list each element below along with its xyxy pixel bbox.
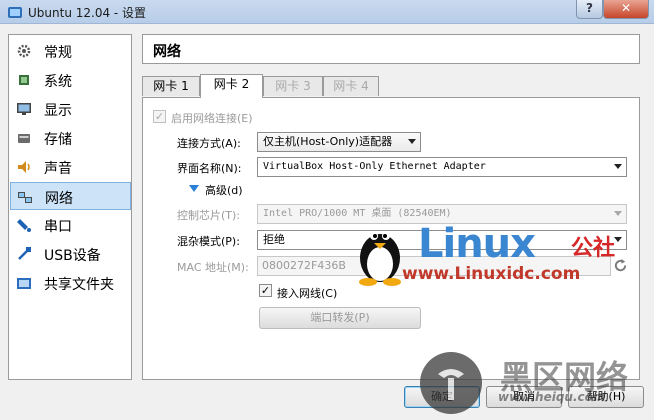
promiscuous-mode-select[interactable]: 拒绝 [257, 230, 627, 250]
promiscuous-mode-label: 混杂模式(P): [177, 235, 240, 248]
adapter-name-select[interactable]: VirtualBox Host-Only Ethernet Adapter [257, 157, 627, 177]
expander-arrow-icon[interactable] [189, 185, 199, 192]
attached-to-label: 连接方式(A): [177, 137, 241, 150]
help-button[interactable]: 帮助(H) [568, 386, 644, 408]
serial-port-icon [17, 219, 31, 232]
chevron-down-icon [408, 139, 416, 144]
mac-address-field[interactable]: 0800272F436B [257, 256, 611, 276]
adapter-name-value: VirtualBox Host-Only Ethernet Adapter [263, 161, 486, 172]
page-header: 网络 [142, 34, 640, 64]
attached-to-select[interactable]: 仅主机(Host-Only)适配器 [257, 132, 421, 152]
tab-adapter-4[interactable]: 网卡 4 [323, 76, 379, 96]
promiscuous-mode-value: 拒绝 [263, 233, 285, 246]
adapter-name-label: 界面名称(N): [177, 162, 242, 175]
sidebar-item-label: 存储 [44, 132, 72, 148]
attached-to-value: 仅主机(Host-Only)适配器 [263, 135, 393, 148]
gear-icon [17, 44, 31, 58]
chevron-down-icon [614, 211, 622, 216]
cancel-button[interactable]: 取消 [486, 386, 562, 408]
sidebar-item-storage[interactable]: 存储 [10, 124, 131, 152]
adapter-type-select[interactable]: Intel PRO/1000 MT 桌面 (82540EM) [257, 204, 627, 224]
sidebar-item-label: 显示 [44, 103, 72, 119]
tab-adapter-3[interactable]: 网卡 3 [263, 76, 323, 96]
sidebar-item-label: 共享文件夹 [44, 277, 114, 293]
help-window-button[interactable]: ? [576, 0, 603, 19]
ok-button[interactable]: 确定 [404, 386, 480, 408]
settings-sidebar: 常规 系统 显示 存储 声音 网络 串口 USB设备 共享文件夹 [8, 34, 132, 380]
advanced-toggle[interactable]: 高级(d) [205, 182, 243, 198]
tab-adapter-1[interactable]: 网卡 1 [142, 76, 200, 96]
folder-icon [17, 278, 31, 289]
refresh-mac-icon[interactable] [613, 258, 628, 273]
sidebar-item-serial-ports[interactable]: 串口 [10, 211, 131, 239]
sidebar-item-audio[interactable]: 声音 [10, 153, 131, 181]
sidebar-item-label: 系统 [44, 74, 72, 90]
close-window-button[interactable]: ✕ [603, 0, 649, 19]
disk-icon [18, 134, 30, 143]
sidebar-item-display[interactable]: 显示 [10, 95, 131, 123]
mac-address-label: MAC 地址(M): [177, 261, 249, 274]
sidebar-item-general[interactable]: 常规 [10, 37, 131, 65]
sidebar-item-label: 常规 [44, 45, 72, 61]
cable-connected-checkbox[interactable]: ✓ [259, 284, 272, 297]
sidebar-item-label: 串口 [44, 219, 72, 235]
port-forwarding-button[interactable]: 端口转发(P) [259, 307, 421, 329]
window-title: Ubuntu 12.04 - 设置 [28, 6, 147, 20]
sidebar-item-label: USB设备 [44, 248, 101, 264]
chip-icon [19, 75, 29, 85]
sidebar-item-network[interactable]: 网络 [10, 182, 131, 210]
title-bar: Ubuntu 12.04 - 设置 ? ✕ [0, 0, 654, 24]
adapter-type-label: 控制芯片(T): [177, 209, 241, 222]
page-title: 网络 [153, 44, 181, 60]
cable-connected-label: 接入网线(C) [277, 287, 338, 300]
mac-address-value: 0800272F436B [262, 259, 346, 272]
tab-adapter-2[interactable]: 网卡 2 [200, 74, 263, 98]
network-tab-panel: ✓ 启用网络连接(E) 连接方式(A): 仅主机(Host-Only)适配器 界… [142, 97, 640, 380]
sidebar-item-system[interactable]: 系统 [10, 66, 131, 94]
monitor-icon [17, 103, 31, 115]
dialog-body: 常规 系统 显示 存储 声音 网络 串口 USB设备 共享文件夹 网络 网卡 1… [0, 24, 654, 420]
sidebar-item-shared-folders[interactable]: 共享文件夹 [10, 269, 131, 297]
enable-adapter-label: 启用网络连接(E) [171, 112, 253, 125]
sidebar-item-label: 声音 [44, 161, 72, 177]
speaker-icon [18, 161, 30, 173]
adapter-type-value: Intel PRO/1000 MT 桌面 (82540EM) [263, 208, 452, 219]
virtualbox-icon [8, 7, 22, 18]
chevron-down-icon [614, 164, 622, 169]
network-icon [18, 192, 32, 203]
enable-adapter-checkbox[interactable]: ✓ [153, 110, 166, 123]
sidebar-item-label: 网络 [45, 191, 73, 207]
sidebar-item-usb[interactable]: USB设备 [10, 240, 131, 268]
usb-icon [18, 247, 31, 260]
chevron-down-icon [614, 237, 622, 242]
